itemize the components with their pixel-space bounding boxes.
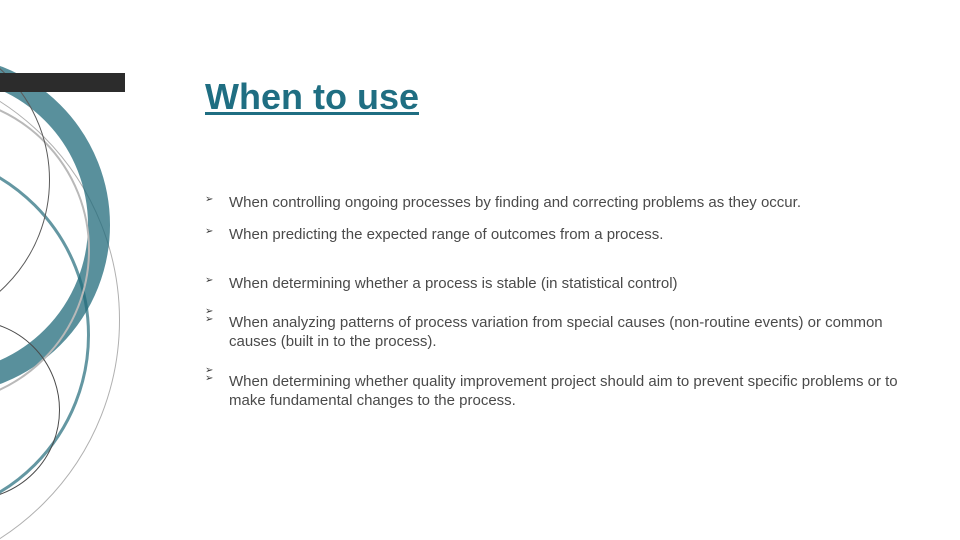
- list-item: ➢ When determining whether a process is …: [205, 275, 900, 294]
- bullet-list: ➢ When controlling ongoing processes by …: [205, 194, 910, 410]
- content-area: When to use ➢ When controlling ongoing p…: [205, 76, 910, 423]
- bullet-text: When analyzing patterns of process varia…: [229, 314, 883, 350]
- chevron-right-icon: ➢: [205, 315, 213, 325]
- chevron-right-icon: ➢: [205, 276, 213, 286]
- list-item: ➢ When predicting the expected range of …: [205, 226, 900, 245]
- chevron-right-icon: ➢: [205, 374, 213, 384]
- list-item: ➢ When controlling ongoing processes by …: [205, 194, 900, 213]
- bullet-text: When determining whether quality improve…: [229, 373, 898, 409]
- bullet-text: When determining whether a process is st…: [229, 275, 678, 292]
- list-item: ➢ When determining whether quality impro…: [205, 373, 900, 411]
- chevron-right-icon: ➢: [205, 227, 213, 237]
- accent-bar: [0, 73, 125, 92]
- list-item: ➢ When analyzing patterns of process var…: [205, 314, 900, 352]
- list-item: ➢: [205, 306, 900, 314]
- chevron-right-icon: ➢: [205, 195, 213, 205]
- slide-title: When to use: [205, 76, 910, 118]
- bullet-text: When controlling ongoing processes by fi…: [229, 194, 801, 211]
- bullet-text: When predicting the expected range of ou…: [229, 226, 663, 243]
- slide: When to use ➢ When controlling ongoing p…: [0, 0, 960, 540]
- list-item: ➢: [205, 365, 900, 373]
